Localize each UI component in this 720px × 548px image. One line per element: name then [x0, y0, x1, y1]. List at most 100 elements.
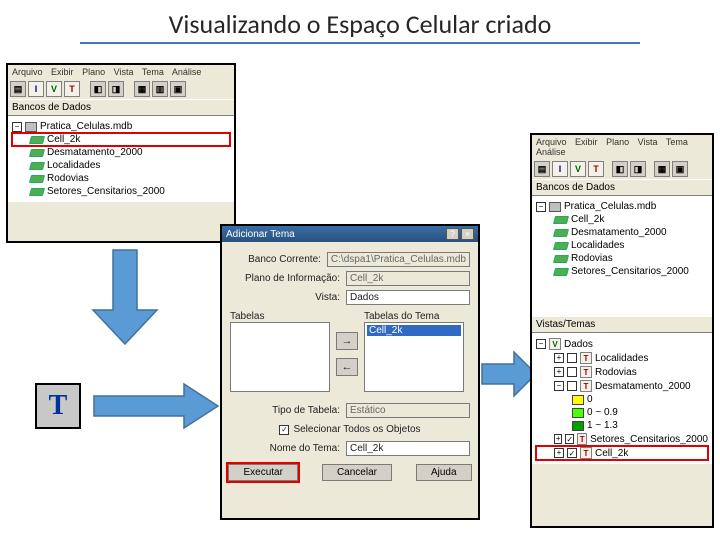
- theme-checkbox[interactable]: [567, 381, 577, 391]
- theme-row[interactable]: −TDesmatamento_2000: [536, 379, 708, 393]
- tree-layer[interactable]: Setores_Censitarios_2000: [12, 185, 230, 198]
- tema-shortcut-icon[interactable]: T: [35, 383, 81, 429]
- i-button[interactable]: I: [552, 161, 568, 177]
- move-left-button[interactable]: ←: [336, 358, 358, 376]
- theme-label: Cell_2k: [595, 448, 628, 459]
- t-button[interactable]: T: [64, 81, 80, 97]
- menu-plano[interactable]: Plano: [82, 67, 105, 77]
- db-section-label: Bancos de Dados: [8, 99, 234, 116]
- theme-row[interactable]: +✓TSetores_Censitarios_2000: [536, 432, 708, 446]
- menu-analise[interactable]: Análise: [536, 147, 566, 157]
- menu-arquivo[interactable]: Arquivo: [12, 67, 43, 77]
- i-button[interactable]: I: [28, 81, 44, 97]
- nome-field[interactable]: Cell_2k: [346, 441, 470, 456]
- help-icon[interactable]: ?: [446, 228, 459, 240]
- tree-layer[interactable]: Desmatamento_2000: [536, 226, 708, 239]
- views-tree[interactable]: −VDados +TLocalidades +TRodovias −TDesma…: [532, 333, 712, 464]
- menu-tema[interactable]: Tema: [142, 67, 164, 77]
- db-tree[interactable]: −Pratica_Celulas.mdb Cell_2k Desmatament…: [532, 196, 712, 316]
- theme-checkbox[interactable]: [567, 353, 577, 363]
- tabelas-listbox[interactable]: [230, 322, 330, 392]
- menu-vista[interactable]: Vista: [114, 67, 134, 77]
- menu-arquivo[interactable]: Arquivo: [536, 137, 567, 147]
- banco-label: Banco Corrente:: [230, 254, 321, 265]
- db-name: Pratica_Celulas.mdb: [40, 121, 132, 132]
- layer-label: Cell_2k: [571, 214, 604, 225]
- theme-row-cell2k[interactable]: +✓TCell_2k: [536, 446, 708, 460]
- db-icon-button[interactable]: ▤: [10, 81, 26, 97]
- tool-btn-4[interactable]: ▥: [152, 81, 168, 97]
- layer-icon: [553, 268, 569, 276]
- tree-layer[interactable]: Desmatamento_2000: [12, 146, 230, 159]
- tree-layer[interactable]: Localidades: [536, 239, 708, 252]
- tabelas-tema-label: Tabelas do Tema: [364, 311, 464, 322]
- theme-label: Rodovias: [595, 367, 637, 378]
- toolbar: ▤ I V T ◧ ◨ ▦ ▣: [532, 159, 712, 179]
- vista-field[interactable]: Dados: [346, 290, 470, 305]
- expand-icon[interactable]: +: [554, 434, 562, 444]
- t-button[interactable]: T: [588, 161, 604, 177]
- tree-layer[interactable]: Setores_Censitarios_2000: [536, 265, 708, 278]
- toolbar: ▤ I V T ◧ ◨ ▦ ▥ ▣: [8, 79, 234, 99]
- tree-layer[interactable]: Rodovias: [12, 172, 230, 185]
- tree-layer[interactable]: Localidades: [12, 159, 230, 172]
- menu-tema[interactable]: Tema: [666, 137, 688, 147]
- tool-btn[interactable]: ▣: [672, 161, 688, 177]
- dialog-titlebar[interactable]: Adicionar Tema ? ×: [222, 226, 478, 242]
- v-button[interactable]: V: [46, 81, 62, 97]
- arrow-down-icon: [85, 248, 165, 348]
- expand-icon[interactable]: +: [554, 353, 564, 363]
- theme-row[interactable]: +TLocalidades: [536, 351, 708, 365]
- db-tree[interactable]: −Pratica_Celulas.mdb Cell_2k Desmatament…: [8, 116, 234, 202]
- theme-checkbox[interactable]: ✓: [565, 434, 574, 444]
- db-icon-button[interactable]: ▤: [534, 161, 550, 177]
- vista-label: Vista:: [230, 292, 340, 303]
- menu-plano[interactable]: Plano: [606, 137, 629, 147]
- views-panel: Arquivo Exibir Plano Vista Tema Análise …: [530, 133, 714, 528]
- theme-label: Localidades: [595, 353, 648, 364]
- views-section-label: Vistas/Temas: [532, 316, 712, 333]
- ajuda-button[interactable]: Ajuda: [416, 464, 472, 481]
- theme-checkbox[interactable]: ✓: [567, 448, 577, 458]
- menubar[interactable]: Arquivo Exibir Plano Vista Tema Análise: [532, 135, 712, 159]
- close-icon[interactable]: ×: [461, 228, 474, 240]
- menu-vista[interactable]: Vista: [638, 137, 658, 147]
- legend-row: 0: [536, 393, 708, 406]
- tree-layer[interactable]: Cell_2k: [536, 213, 708, 226]
- tool-btn-5[interactable]: ▣: [170, 81, 186, 97]
- tool-btn-1[interactable]: ◧: [90, 81, 106, 97]
- tree-layer[interactable]: Rodovias: [536, 252, 708, 265]
- menu-exibir[interactable]: Exibir: [51, 67, 74, 77]
- tabelas-tema-listbox[interactable]: Cell_2k: [364, 322, 464, 392]
- expand-icon[interactable]: +: [554, 448, 564, 458]
- theme-label: Setores_Censitarios_2000: [590, 434, 708, 445]
- legend-label: 0: [587, 394, 593, 405]
- view-icon: V: [549, 338, 561, 350]
- tree-layer-cell2k[interactable]: Cell_2k: [12, 133, 230, 146]
- t-glyph: T: [49, 390, 68, 422]
- tool-btn[interactable]: ▦: [654, 161, 670, 177]
- legend-label: 1 ~ 1.3: [587, 420, 618, 431]
- executar-button[interactable]: Executar: [228, 464, 297, 481]
- menubar[interactable]: Arquivo Exibir Plano Vista Tema Análise: [8, 65, 234, 79]
- menu-exibir[interactable]: Exibir: [575, 137, 598, 147]
- v-button[interactable]: V: [570, 161, 586, 177]
- view-row[interactable]: −VDados: [536, 337, 708, 351]
- expand-icon[interactable]: −: [554, 381, 564, 391]
- cancelar-button[interactable]: Cancelar: [322, 464, 392, 481]
- layer-icon: [553, 216, 569, 224]
- theme-checkbox[interactable]: [567, 367, 577, 377]
- list-item[interactable]: Cell_2k: [367, 325, 461, 336]
- tool-btn-2[interactable]: ◨: [108, 81, 124, 97]
- tree-db-row[interactable]: −Pratica_Celulas.mdb: [12, 120, 230, 133]
- tree-db-row[interactable]: −Pratica_Celulas.mdb: [536, 200, 708, 213]
- theme-row[interactable]: +TRodovias: [536, 365, 708, 379]
- tool-btn[interactable]: ◧: [612, 161, 628, 177]
- tool-btn-3[interactable]: ▦: [134, 81, 150, 97]
- menu-analise[interactable]: Análise: [172, 67, 202, 77]
- expand-icon[interactable]: +: [554, 367, 564, 377]
- move-right-button[interactable]: →: [336, 332, 358, 350]
- db-name: Pratica_Celulas.mdb: [564, 201, 656, 212]
- select-all-checkbox[interactable]: ✓: [279, 425, 289, 435]
- tool-btn[interactable]: ◨: [630, 161, 646, 177]
